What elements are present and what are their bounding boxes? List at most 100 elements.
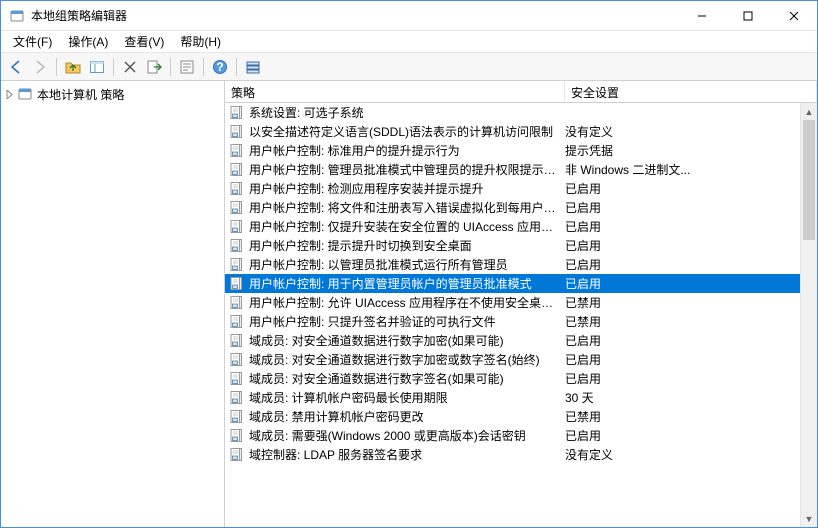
vertical-scrollbar[interactable]: ▲ ▼ — [800, 103, 817, 527]
policy-icon — [229, 276, 245, 292]
menu-file[interactable]: 文件(F) — [5, 31, 60, 52]
policy-icon — [229, 238, 245, 254]
policy-name: 用户帐户控制: 将文件和注册表写入错误虚拟化到每用户位置 — [249, 199, 565, 216]
tree-pane[interactable]: 本地计算机 策略 — [1, 81, 225, 527]
properties-button[interactable] — [176, 56, 198, 78]
column-header-setting[interactable]: 安全设置 — [565, 81, 817, 102]
list-row[interactable]: 域控制器: LDAP 服务器签名要求没有定义 — [225, 445, 817, 464]
menu-bar: 文件(F) 操作(A) 查看(V) 帮助(H) — [1, 31, 817, 53]
show-hide-tree-button[interactable] — [86, 56, 108, 78]
scroll-up-button[interactable]: ▲ — [801, 103, 817, 120]
list-row[interactable]: 用户帐户控制: 用于内置管理员帐户的管理员批准模式已启用 — [225, 274, 817, 293]
policy-icon — [229, 295, 245, 311]
policy-setting: 已启用 — [565, 275, 817, 292]
menu-action[interactable]: 操作(A) — [60, 31, 116, 52]
menu-view[interactable]: 查看(V) — [116, 31, 172, 52]
policy-icon — [229, 181, 245, 197]
list-row[interactable]: 用户帐户控制: 允许 UIAccess 应用程序在不使用安全桌面...已禁用 — [225, 293, 817, 312]
list-row[interactable]: 用户帐户控制: 仅提升安装在安全位置的 UIAccess 应用程序已启用 — [225, 217, 817, 236]
policy-setting: 已启用 — [565, 199, 817, 216]
policy-name: 用户帐户控制: 管理员批准模式中管理员的提升权限提示的... — [249, 161, 565, 178]
list-row[interactable]: 以安全描述符定义语言(SDDL)语法表示的计算机访问限制没有定义 — [225, 122, 817, 141]
policy-icon — [229, 314, 245, 330]
list-row[interactable]: 域成员: 对安全通道数据进行数字加密或数字签名(始终)已启用 — [225, 350, 817, 369]
toolbar-separator — [236, 58, 237, 76]
list-row[interactable]: 域成员: 计算机帐户密码最长使用期限30 天 — [225, 388, 817, 407]
menu-help[interactable]: 帮助(H) — [172, 31, 229, 52]
scroll-thumb[interactable] — [803, 120, 815, 240]
toolbar-separator — [170, 58, 171, 76]
forward-button[interactable] — [29, 56, 51, 78]
column-header-policy[interactable]: 策略 — [225, 81, 565, 102]
policy-icon — [229, 162, 245, 178]
app-icon — [9, 8, 25, 24]
scroll-down-button[interactable]: ▼ — [801, 510, 817, 527]
up-button[interactable] — [62, 56, 84, 78]
policy-name: 以安全描述符定义语言(SDDL)语法表示的计算机访问限制 — [249, 123, 565, 140]
policy-name: 用户帐户控制: 允许 UIAccess 应用程序在不使用安全桌面... — [249, 294, 565, 311]
policy-setting: 已启用 — [565, 351, 817, 368]
policy-name: 域成员: 对安全通道数据进行数字加密或数字签名(始终) — [249, 351, 565, 368]
policy-icon — [229, 428, 245, 444]
list-row[interactable]: 用户帐户控制: 将文件和注册表写入错误虚拟化到每用户位置已启用 — [225, 198, 817, 217]
policy-icon — [229, 105, 245, 121]
policy-icon — [229, 333, 245, 349]
policy-setting: 已禁用 — [565, 408, 817, 425]
policy-name: 域成员: 需要强(Windows 2000 或更高版本)会话密钥 — [249, 427, 565, 444]
policy-name: 用户帐户控制: 以管理员批准模式运行所有管理员 — [249, 256, 565, 273]
policy-setting: 已启用 — [565, 256, 817, 273]
policy-icon — [229, 219, 245, 235]
list-row[interactable]: 用户帐户控制: 标准用户的提升提示行为提示凭据 — [225, 141, 817, 160]
list-row[interactable]: 域成员: 需要强(Windows 2000 或更高版本)会话密钥已启用 — [225, 426, 817, 445]
list-row[interactable]: 用户帐户控制: 检测应用程序安装并提示提升已启用 — [225, 179, 817, 198]
window-title: 本地组策略编辑器 — [31, 7, 679, 24]
policy-name: 域成员: 对安全通道数据进行数字加密(如果可能) — [249, 332, 565, 349]
list-row[interactable]: 用户帐户控制: 只提升签名并验证的可执行文件已禁用 — [225, 312, 817, 331]
list-row[interactable]: 域成员: 禁用计算机帐户密码更改已禁用 — [225, 407, 817, 426]
policy-name: 用户帐户控制: 提示提升时切换到安全桌面 — [249, 237, 565, 254]
policy-name: 用户帐户控制: 检测应用程序安装并提示提升 — [249, 180, 565, 197]
toolbar-separator — [203, 58, 204, 76]
policy-setting: 已启用 — [565, 218, 817, 235]
policy-setting: 没有定义 — [565, 123, 817, 140]
policy-icon — [229, 257, 245, 273]
policy-setting: 已禁用 — [565, 313, 817, 330]
list-row[interactable]: 用户帐户控制: 以管理员批准模式运行所有管理员已启用 — [225, 255, 817, 274]
policy-icon — [229, 124, 245, 140]
policy-icon — [229, 447, 245, 463]
list-row[interactable]: 域成员: 对安全通道数据进行数字加密(如果可能)已启用 — [225, 331, 817, 350]
list-header: 策略 安全设置 — [225, 81, 817, 103]
filter-button[interactable] — [242, 56, 264, 78]
delete-button[interactable] — [119, 56, 141, 78]
policy-setting: 已禁用 — [565, 294, 817, 311]
policy-setting: 已启用 — [565, 427, 817, 444]
policy-setting: 已启用 — [565, 332, 817, 349]
tree-item-label: 本地计算机 策略 — [35, 86, 124, 103]
list-row[interactable]: 域成员: 对安全通道数据进行数字签名(如果可能)已启用 — [225, 369, 817, 388]
policy-name: 域成员: 禁用计算机帐户密码更改 — [249, 408, 565, 425]
title-bar: 本地组策略编辑器 — [1, 1, 817, 31]
list-row[interactable]: 系统设置: 可选子系统 — [225, 103, 817, 122]
minimize-button[interactable] — [679, 1, 725, 30]
list-row[interactable]: 用户帐户控制: 提示提升时切换到安全桌面已启用 — [225, 236, 817, 255]
policy-name: 用户帐户控制: 标准用户的提升提示行为 — [249, 142, 565, 159]
back-button[interactable] — [5, 56, 27, 78]
policy-name: 域控制器: LDAP 服务器签名要求 — [249, 446, 565, 463]
close-button[interactable] — [771, 1, 817, 30]
policy-setting: 没有定义 — [565, 446, 817, 463]
scroll-track[interactable] — [801, 120, 817, 510]
policy-setting: 提示凭据 — [565, 142, 817, 159]
list-body[interactable]: 系统设置: 可选子系统以安全描述符定义语言(SDDL)语法表示的计算机访问限制没… — [225, 103, 817, 527]
policy-icon — [229, 200, 245, 216]
maximize-button[interactable] — [725, 1, 771, 30]
policy-name: 域成员: 对安全通道数据进行数字签名(如果可能) — [249, 370, 565, 387]
policy-setting: 已启用 — [565, 370, 817, 387]
help-button[interactable] — [209, 56, 231, 78]
export-list-button[interactable] — [143, 56, 165, 78]
policy-name: 用户帐户控制: 用于内置管理员帐户的管理员批准模式 — [249, 275, 565, 292]
list-pane: 策略 安全设置 系统设置: 可选子系统以安全描述符定义语言(SDDL)语法表示的… — [225, 81, 817, 527]
tree-item[interactable]: 本地计算机 策略 — [1, 85, 224, 103]
list-row[interactable]: 用户帐户控制: 管理员批准模式中管理员的提升权限提示的...非 Windows … — [225, 160, 817, 179]
policy-setting: 30 天 — [565, 389, 817, 406]
expand-icon[interactable] — [3, 88, 15, 100]
